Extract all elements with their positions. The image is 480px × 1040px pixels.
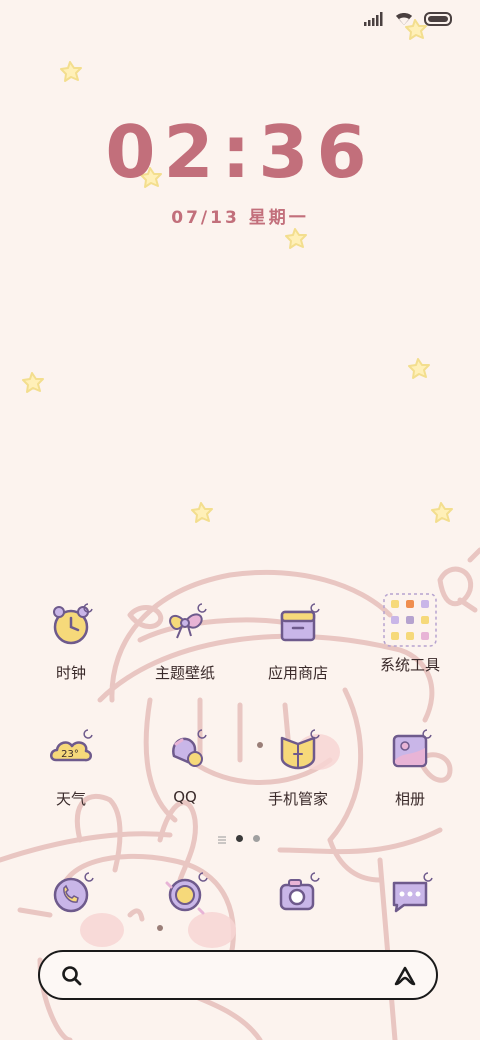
weather-temp-badge: 23° <box>61 749 79 760</box>
folder-icon <box>383 593 437 647</box>
star-decoration <box>60 61 82 82</box>
app-label: 应用商店 <box>267 664 328 682</box>
star-decoration <box>431 502 453 523</box>
dock-browser[interactable] <box>155 865 215 929</box>
app-store-icon <box>280 603 320 642</box>
app-qq[interactable]: QQ <box>130 726 240 806</box>
app-theme-wallpaper[interactable]: 主题壁纸 <box>130 600 240 683</box>
app-label: 手机管家 <box>267 790 328 808</box>
shield-icon <box>280 729 320 770</box>
app-label: 相册 <box>394 790 425 808</box>
clock-icon <box>53 603 93 645</box>
page-dot-active[interactable] <box>236 835 243 842</box>
app-phone-manager[interactable]: 手机管家 <box>243 726 353 809</box>
star-decoration <box>408 358 430 379</box>
star-decoration <box>22 372 44 393</box>
phone-icon <box>53 872 94 913</box>
signal-icon <box>364 11 384 30</box>
menu-lines-icon <box>218 829 226 848</box>
lock-clock: 02:36 <box>105 110 375 194</box>
battery-icon <box>424 11 454 30</box>
app-store[interactable]: 应用商店 <box>243 600 353 683</box>
app-label: 主题壁纸 <box>154 664 215 682</box>
dock-phone[interactable] <box>41 865 101 929</box>
dock-camera[interactable] <box>267 865 327 929</box>
weather-icon: 23° <box>50 729 93 762</box>
camera-icon <box>279 872 320 911</box>
app-label: 天气 <box>55 790 86 808</box>
app-label: 时钟 <box>55 664 86 682</box>
search-bar[interactable] <box>38 950 438 1000</box>
search-icon[interactable] <box>60 964 84 992</box>
app-clock[interactable]: 时钟 <box>16 600 126 683</box>
page-indicator[interactable] <box>218 829 260 848</box>
browser-icon <box>165 872 208 915</box>
dock-messages[interactable] <box>380 865 440 929</box>
messages-icon <box>392 872 433 913</box>
app-label: QQ <box>173 788 197 806</box>
status-bar <box>364 10 454 30</box>
wifi-icon <box>394 10 414 30</box>
page-dot[interactable] <box>253 835 260 842</box>
assistant-icon[interactable] <box>392 964 418 992</box>
theme-bow-icon <box>169 603 207 639</box>
search-input[interactable] <box>96 960 370 992</box>
app-folder-system-tools[interactable]: 系统工具 <box>355 592 465 675</box>
star-decoration <box>191 502 213 523</box>
star-decoration <box>285 228 307 249</box>
app-gallery[interactable]: 相册 <box>355 726 465 809</box>
lock-date: 07/13 星期一 <box>171 208 309 228</box>
gallery-icon <box>392 729 432 768</box>
app-label: 系统工具 <box>379 656 440 674</box>
qq-icon <box>172 729 207 767</box>
app-weather[interactable]: 23° 天气 <box>16 726 126 809</box>
